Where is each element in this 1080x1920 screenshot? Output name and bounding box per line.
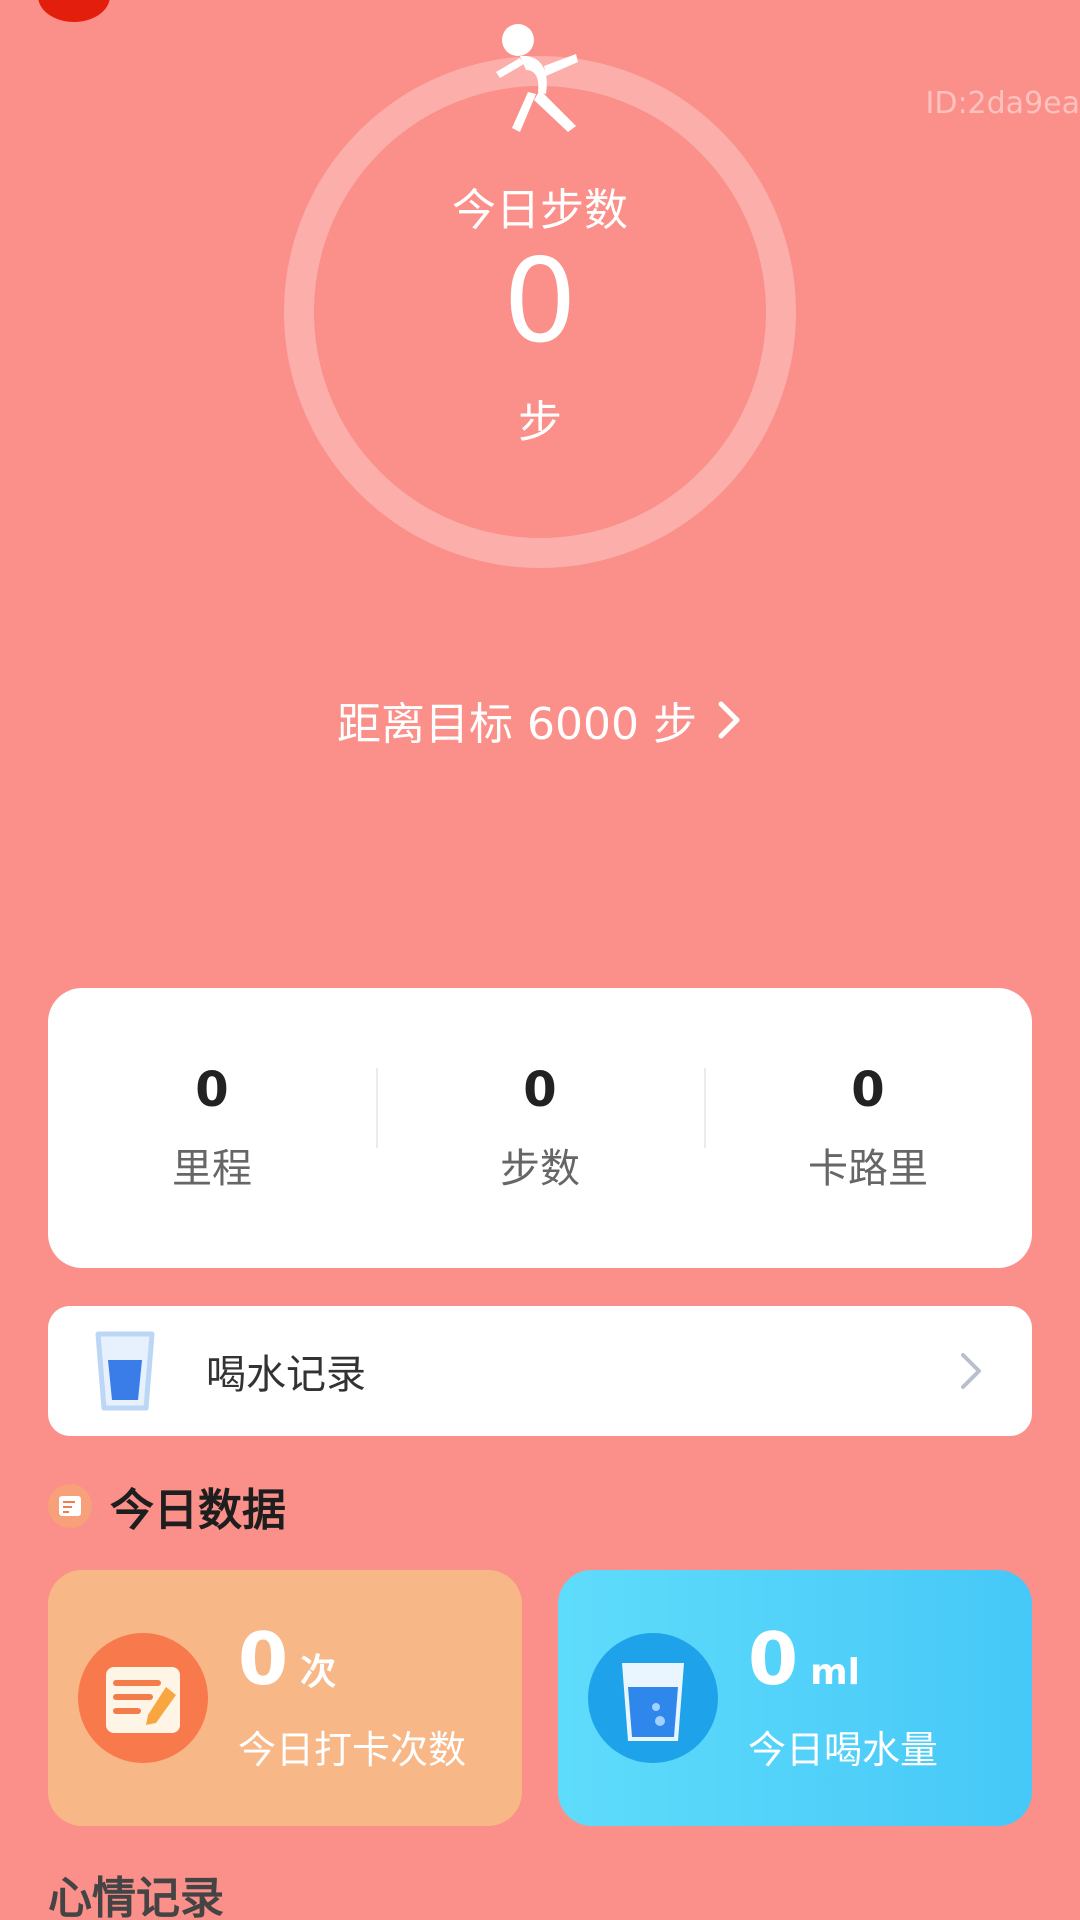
steps-count: 0 (503, 234, 577, 369)
today-data-header: 今日数据 (48, 1474, 286, 1538)
steps-unit: 步 (518, 397, 562, 448)
water-card[interactable]: 0 ml 今日喝水量 (558, 1570, 1032, 1826)
stat-distance: 0 里程 (48, 1062, 376, 1194)
stat-value: 0 (851, 1062, 885, 1119)
punch-card[interactable]: 0 次 今日打卡次数 (48, 1570, 522, 1826)
stats-card: 0 里程 0 步数 0 卡路里 (48, 988, 1032, 1268)
water-record-row[interactable]: 喝水记录 (48, 1306, 1032, 1436)
stat-value: 0 (523, 1062, 557, 1119)
water-value-row: 0 ml (748, 1623, 938, 1695)
stat-steps: 0 步数 (376, 1062, 704, 1194)
water-amount: 0 (748, 1616, 799, 1701)
water-record-label: 喝水记录 (206, 1352, 366, 1398)
stat-calories: 0 卡路里 (704, 1062, 1032, 1194)
notepad-pen-icon (78, 1633, 208, 1763)
goal-link[interactable]: 距离目标 6000 步 (0, 688, 1080, 752)
stat-label: 步数 (500, 1145, 580, 1192)
notepad-icon (48, 1484, 92, 1528)
section-title: 今日数据 (110, 1485, 286, 1536)
water-unit: ml (810, 1651, 860, 1693)
stat-value: 0 (195, 1062, 229, 1119)
steps-title: 今日步数 (452, 185, 628, 236)
notification-dot (38, 0, 110, 22)
punch-count: 0 (238, 1616, 289, 1701)
goal-text: 距离目标 6000 步 (337, 699, 697, 750)
punch-label: 今日打卡次数 (238, 1727, 467, 1772)
punch-unit: 次 (300, 1651, 337, 1693)
water-cup-icon (95, 1331, 155, 1411)
id-watermark: ID:2da9ea (925, 86, 1080, 121)
punch-value-row: 0 次 (238, 1623, 466, 1695)
chevron-right-icon (961, 1353, 981, 1389)
chevron-right-icon (718, 701, 740, 739)
water-card-text: 0 ml 今日喝水量 (748, 1623, 938, 1774)
steps-ring: 今日步数 0 步 (284, 24, 796, 568)
mood-section-title: 心情记录 (48, 1873, 224, 1920)
punch-card-text: 0 次 今日打卡次数 (238, 1623, 466, 1774)
stat-label: 里程 (172, 1145, 252, 1192)
stat-label: 卡路里 (808, 1145, 928, 1192)
water-label: 今日喝水量 (748, 1727, 939, 1772)
runner-icon (496, 24, 578, 132)
water-glass-icon (588, 1633, 718, 1763)
